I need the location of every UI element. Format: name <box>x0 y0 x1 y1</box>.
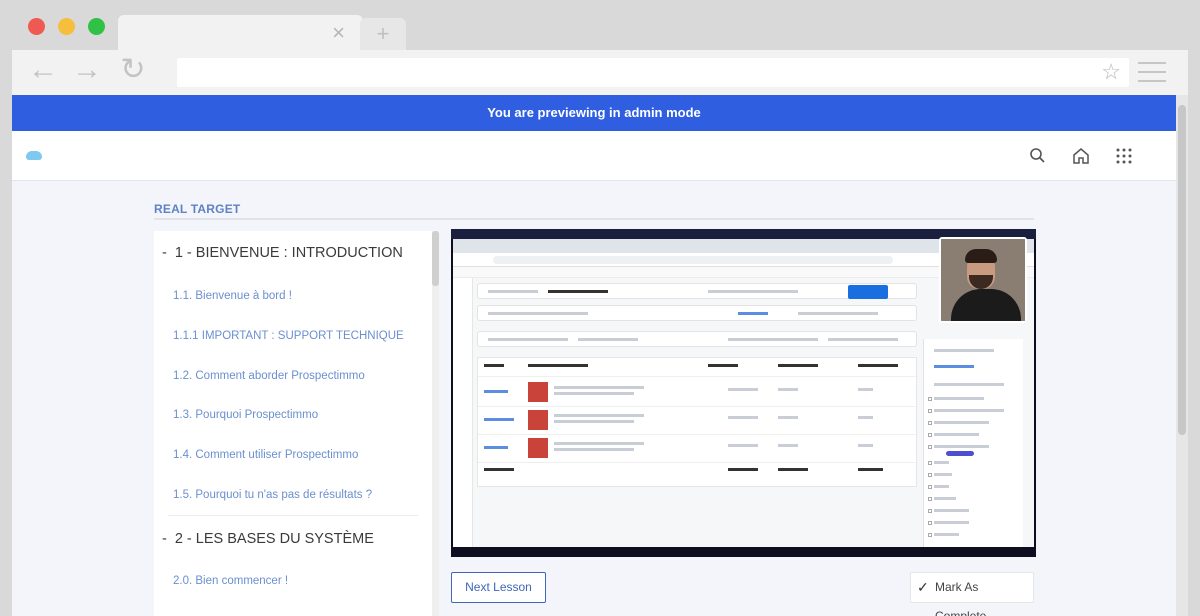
page-scroll-thumb[interactable] <box>1178 105 1186 435</box>
section-header-1[interactable]: -1 - BIENVENUE : INTRODUCTION <box>162 245 403 261</box>
checkmark-icon: ✓ <box>917 579 929 595</box>
browser-menu-icon[interactable] <box>1138 62 1166 82</box>
lesson-link[interactable]: 1.5. Pourquoi tu n'as pas de résultats ? <box>173 489 372 501</box>
address-bar[interactable]: ☆ <box>177 58 1129 87</box>
lesson-link[interactable]: 1.3. Pourquoi Prospectimmo <box>173 409 318 421</box>
lesson-video[interactable] <box>451 229 1036 557</box>
title-divider <box>154 218 1034 220</box>
reload-icon[interactable]: ↻ <box>118 55 148 86</box>
window-close-dot[interactable] <box>28 18 45 35</box>
back-arrow-icon[interactable]: ← <box>28 55 58 86</box>
lesson-sidebar: -1 - BIENVENUE : INTRODUCTION 1.1. Bienv… <box>154 231 432 616</box>
home-icon[interactable] <box>1071 146 1091 166</box>
site-logo[interactable] <box>26 151 42 160</box>
section-header-2[interactable]: -2 - LES BASES DU SYSTÈME <box>162 531 374 547</box>
page-viewport: You are previewing in admin mode REAL TA… <box>12 95 1176 616</box>
lesson-link[interactable]: 1.1. Bienvenue à bord ! <box>173 290 292 302</box>
lesson-link[interactable]: 2.0. Bien commencer ! <box>173 575 288 587</box>
mark-complete-button[interactable]: ✓ Mark As Complete <box>910 572 1034 616</box>
admin-preview-banner: You are previewing in admin mode <box>12 95 1176 131</box>
course-title[interactable]: REAL TARGET <box>154 202 240 216</box>
sidebar-scrollbar[interactable] <box>432 231 439 616</box>
browser-tab[interactable]: × <box>118 15 363 51</box>
lesson-link[interactable]: 1.4. Comment utiliser Prospectimmo <box>173 449 358 461</box>
forward-arrow-icon[interactable]: → <box>72 55 102 86</box>
site-header <box>12 131 1176 181</box>
window-minimize-dot[interactable] <box>58 18 75 35</box>
new-tab-button[interactable]: + <box>360 18 406 51</box>
lesson-link[interactable]: 1.2. Comment aborder Prospectimmo <box>173 370 365 382</box>
sidebar-scroll-thumb[interactable] <box>432 231 439 286</box>
apps-grid-icon[interactable] <box>1114 146 1134 166</box>
browser-toolbar: ← → ↻ ☆ <box>12 50 1188 95</box>
page-scrollbar[interactable] <box>1176 95 1188 616</box>
section-divider <box>168 515 418 516</box>
bookmark-star-icon[interactable]: ☆ <box>1101 59 1121 85</box>
video-bottom-bar <box>451 547 1036 557</box>
tab-close-icon[interactable]: × <box>332 22 345 44</box>
window-maximize-dot[interactable] <box>88 18 105 35</box>
mark-complete-label: Mark As Complete <box>935 580 987 616</box>
lesson-link[interactable]: 1.1.1 IMPORTANT : SUPPORT TECHNIQUE <box>173 330 404 342</box>
presenter-webcam <box>939 237 1027 323</box>
search-icon[interactable] <box>1028 146 1048 166</box>
next-lesson-button[interactable]: Next Lesson <box>451 572 546 603</box>
